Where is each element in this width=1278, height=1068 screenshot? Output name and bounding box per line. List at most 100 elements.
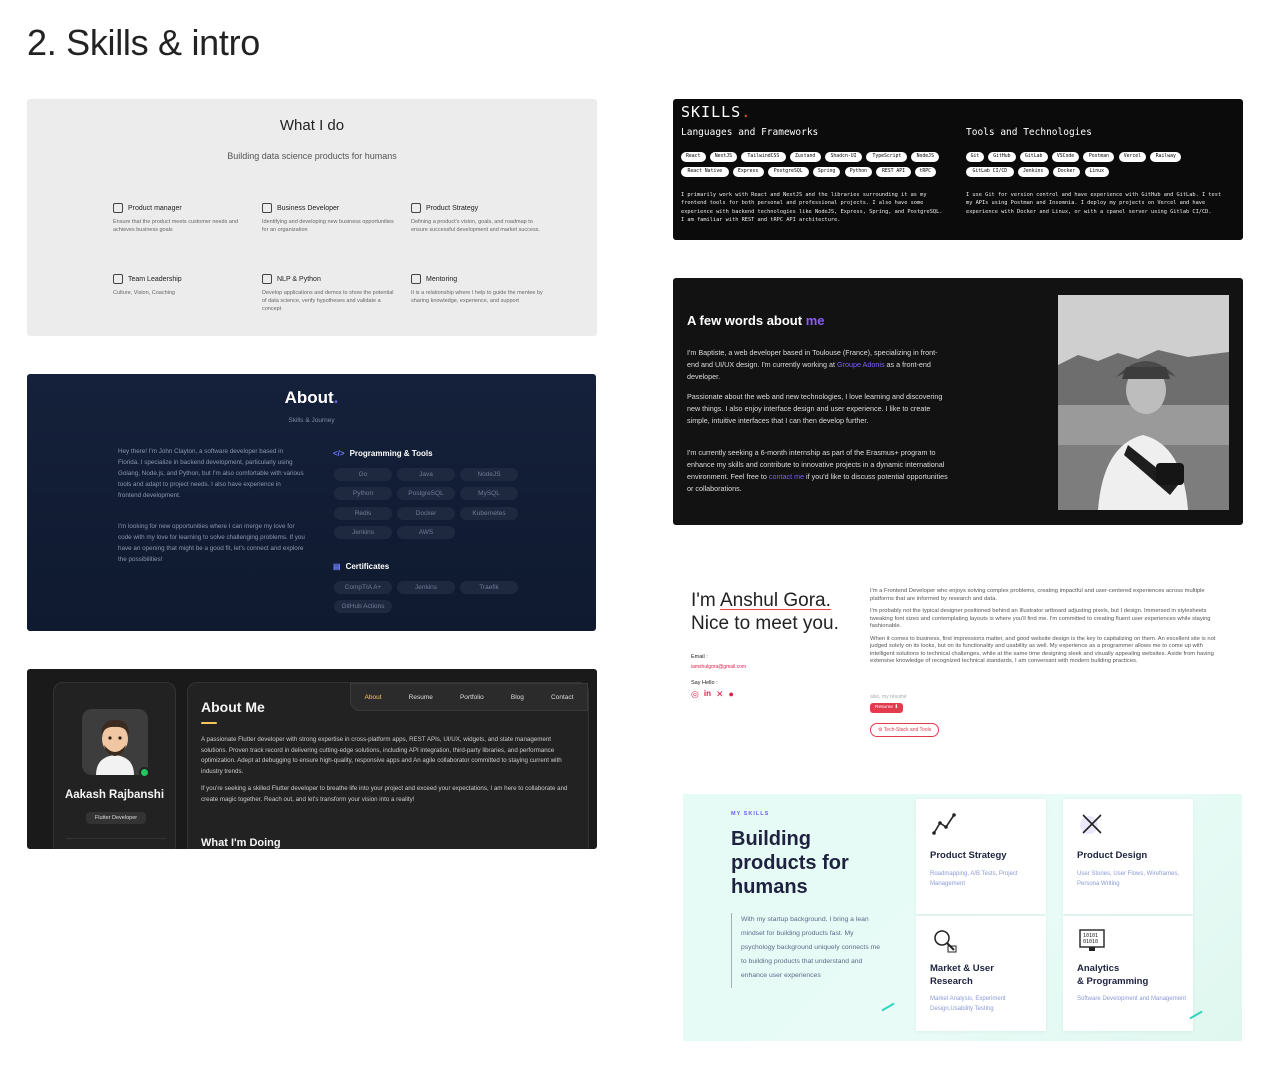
few-words-title-accent: me [805,313,825,328]
building-products-card: MY SKILLS Building products for humans W… [683,794,1242,1041]
tools-heading: </> Programming & Tools [333,449,433,458]
skills-title-text: SKILLS [681,103,742,121]
chip-aws: AWS [397,525,455,539]
chip-nextjs: NextJS [709,152,738,162]
skill-card-title: Product Strategy [930,850,1007,861]
service-desc: Ensure that the product meets customer n… [113,219,239,233]
service-desc: Defining a product's vision, goals, and … [411,219,541,233]
service-desc: It is a relationship where I help to gui… [411,290,543,304]
skills-title-dot: . [741,103,752,121]
chip-python: Python [844,167,873,177]
languages-heading: Languages and Frameworks [681,127,819,138]
skill-card: Market & User Research Market Analysis, … [916,916,1046,1031]
intro-paragraphs: I'm a Frontend Developer who enjoys solv… [870,588,1222,671]
service-desc: Culture, Vision, Coaching [113,290,175,296]
service-item: Product Strategy Defining a product's vi… [411,203,546,235]
github-icon[interactable]: ● [729,689,734,700]
about-me-paragraph: If you're seeking a skilled Flutter deve… [201,785,568,803]
chip-tailwindcss: TailwindCSS [741,152,786,162]
few-words-title-text: A few words about [687,313,806,328]
about-card: About. Skills & Journey Hey there! I'm J… [27,374,596,631]
chip-spring: Spring [812,167,841,177]
svg-text:01010: 01010 [1083,939,1098,945]
resume-button-label: Resume [875,705,893,710]
nav-portfolio[interactable]: Portfolio [460,694,484,701]
certificates-heading: ▤ Certificates [333,562,389,571]
service-title: Business Developer [277,204,340,212]
chip-rest-api: REST API [876,167,911,177]
nav-resume[interactable]: Resume [409,694,433,701]
words-paragraph: Passionate about the web and new technol… [687,392,943,425]
service-item: Business Developer Identifying and devel… [262,203,397,235]
chip-vercel: Vercel [1118,152,1147,162]
service-desc: Develop applications and demos to show t… [262,290,394,312]
title-underline [201,722,217,724]
words-paragraph: I'm Baptiste, a web developer based in T… [687,347,949,383]
online-status-dot [139,767,150,778]
chip-comptia-a-: CompTIA A+ [334,581,392,594]
chip-redis: Redis [334,506,392,520]
nav-blog[interactable]: Blog [511,694,524,701]
service-title: Team Leadership [128,275,182,283]
service-title: NLP & Python [277,275,321,283]
service-title: Mentoring [426,275,458,283]
chip-github-actions: GitHub Actions [334,600,392,614]
nav-about[interactable]: About [365,694,382,701]
what-i-do-subtitle: Building data science products for human… [227,151,397,161]
intro-heading: I'm Anshul Gora. Nice to meet you. [691,590,839,636]
download-icon: ⬇ [894,705,899,710]
certificates-heading-text: Certificates [345,562,390,571]
instagram-icon[interactable]: ◎ [691,689,699,700]
avatar [82,709,148,775]
chip-nodejs: NodeJS [460,468,518,481]
few-words-title: A few words about me [687,313,825,328]
about-subtitle: Skills & Journey [288,417,335,424]
linkedin-icon[interactable]: in [704,689,711,700]
chip-railway: Railway [1150,152,1182,162]
intro-paragraph: I'm probably not the typical designer po… [870,608,1211,630]
intro-paragraph: I'm a Frontend Developer who enjoys solv… [870,588,1205,602]
email-label: Email : [691,654,708,660]
tools-heading: Tools and Technologies [966,127,1092,138]
chip-express: Express [732,167,764,177]
service-item: Product manager Ensure that the product … [113,203,248,235]
about-paragraph: Hey there! I'm John Clayton, a software … [118,448,304,500]
about-me-card: Aakash Rajbanshi Flutter Developer About… [27,669,597,849]
intro-line2: Nice to meet you. [691,612,839,634]
strategy-icon [411,203,421,213]
chip-postgresql: PostgreSQL [397,487,455,501]
chip-kubernetes: Kubernetes [460,506,518,520]
chip-zustand: Zustand [789,152,821,162]
chip-docker: Docker [397,506,455,520]
languages-text: I primarily work with React and NextJS a… [681,192,943,224]
what-im-doing-heading: What I'm Doing [201,837,281,849]
chip-jenkins: Jenkins [397,581,455,594]
about-title: About. [27,388,596,408]
chip-go: Go [334,468,392,481]
chip-traefik: Traefik [460,581,518,594]
about-me-paragraph: A passionate Flutter developer with stro… [201,736,562,775]
tech-stack-button[interactable]: ⚙ Tech-Stack and Tools [870,723,940,737]
contact-link[interactable]: contact me [769,472,804,481]
company-link[interactable]: Groupe Adonis [837,360,885,369]
profile-sidebar: Aakash Rajbanshi Flutter Developer [53,682,176,849]
top-nav: About Resume Portfolio Blog Contact [350,683,588,711]
title-line: humans [731,876,808,898]
x-icon[interactable]: ✕ [716,689,724,700]
chip-postgresql: PostgreSQL [767,167,809,177]
resume-hint: also, my résumé [870,694,907,700]
email-link[interactable]: iamshulgora@gmail.com [691,664,746,670]
profile-photo [1058,295,1229,510]
chip-typescript: TypeScript [866,152,908,162]
anshul-intro-card: I'm Anshul Gora. Nice to meet you. Email … [673,578,1243,743]
chip-python: Python [334,487,392,501]
nav-contact[interactable]: Contact [551,694,573,701]
certificate-icon: ▤ [333,562,341,571]
resume-button[interactable]: Resume ⬇ [870,703,904,713]
section-kicker: MY SKILLS [731,811,770,817]
service-item: Mentoring It is a relationship where I h… [411,274,546,306]
chip-shadcn-ui: Shadcn-UI [824,152,863,162]
chip-github: GitHub [988,152,1016,162]
what-i-do-title: What I do [279,117,345,134]
service-title: Product Strategy [426,204,479,212]
